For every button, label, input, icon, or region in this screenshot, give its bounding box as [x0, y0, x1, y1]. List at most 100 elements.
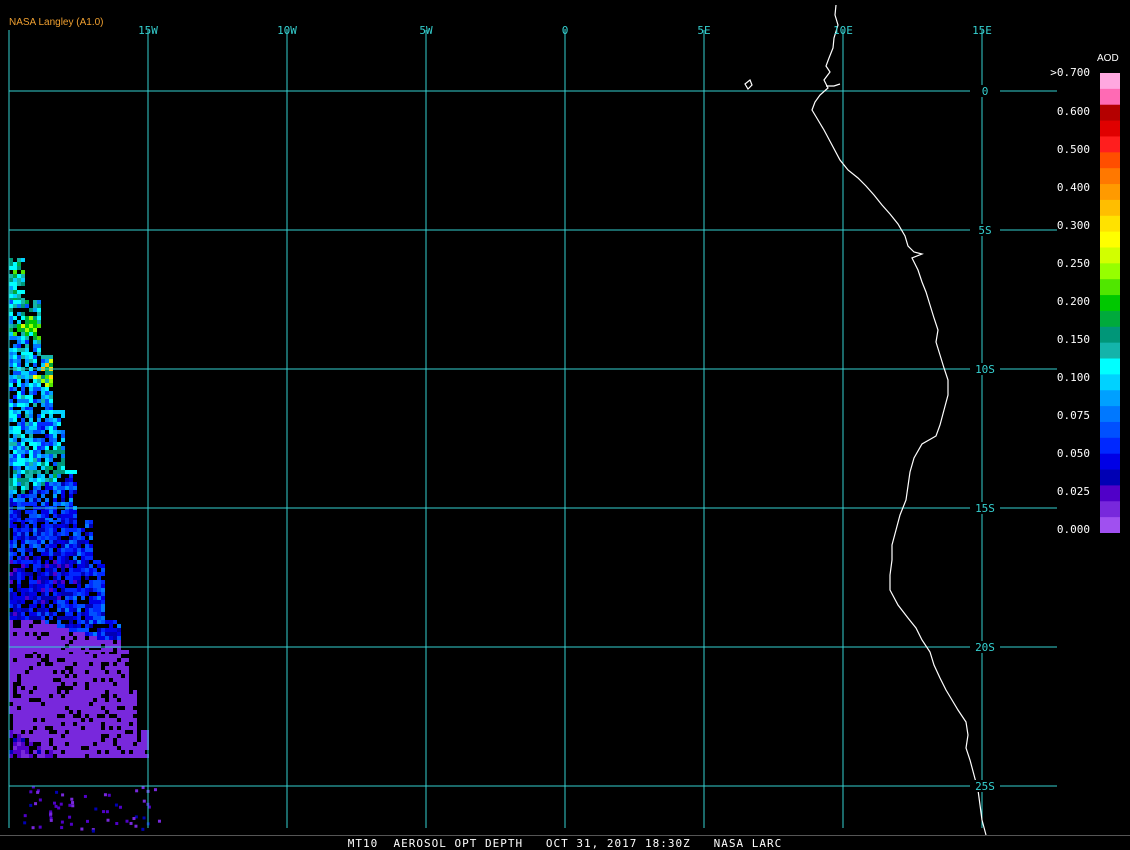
aod-pixel	[9, 596, 13, 600]
aod-pixel	[53, 624, 57, 628]
aod-pixel	[105, 632, 109, 636]
aod-pixel	[49, 628, 53, 632]
aod-pixel	[41, 502, 45, 506]
aod-pixel	[13, 426, 17, 430]
aod-pixel	[13, 640, 17, 644]
aod-pixel	[141, 738, 145, 742]
aod-pixel	[113, 632, 117, 636]
aod-pixel	[121, 658, 125, 662]
aod-pixel	[17, 654, 21, 658]
aod-pixel	[93, 750, 97, 754]
aod-pixel	[57, 540, 61, 544]
legend-label: 0.100	[1056, 371, 1090, 384]
aod-pixel	[69, 698, 73, 702]
aod-pixel	[69, 510, 73, 514]
aod-pixel	[13, 332, 17, 336]
aod-pixel	[97, 600, 101, 604]
aod-pixel	[21, 348, 25, 352]
aod-pixel	[33, 584, 37, 588]
aod-pixel	[41, 446, 45, 450]
aod-pixel	[37, 718, 41, 722]
aod-pixel	[21, 552, 25, 556]
aod-pixel	[29, 430, 33, 434]
aod-pixel	[21, 274, 25, 278]
aod-pixel	[57, 474, 61, 478]
aod-pixel	[65, 556, 69, 560]
aod-pixel	[73, 568, 77, 572]
aod-pixel	[77, 548, 81, 552]
lat-tick-label: 5S	[978, 224, 991, 237]
aod-pixel	[21, 666, 25, 670]
aod-pixel	[45, 536, 49, 540]
aod-pixel	[17, 650, 21, 654]
aod-pixel	[49, 678, 53, 682]
aod-pixel	[41, 730, 45, 734]
aod-pixel	[33, 348, 37, 352]
aod-pixel	[49, 355, 53, 359]
aod-pixel	[9, 462, 13, 466]
aod-pixel	[21, 726, 25, 730]
aod-pixel	[117, 632, 121, 636]
aod-pixel	[41, 430, 45, 434]
aod-pixel	[69, 528, 73, 532]
aod-pixel	[33, 580, 37, 584]
aod-pixel	[41, 640, 45, 644]
legend-label: 0.200	[1056, 295, 1090, 308]
aod-pixel	[53, 702, 57, 706]
aod-pixel	[37, 336, 41, 340]
aod-pixel	[53, 722, 57, 726]
aod-pixel	[59, 802, 63, 806]
aod-pixel	[85, 706, 89, 710]
aod-pixel	[101, 658, 105, 662]
aod-pixel	[49, 698, 53, 702]
aod-pixel	[53, 532, 57, 536]
legend-swatch	[1100, 247, 1120, 264]
aod-pixel	[53, 742, 57, 746]
aod-pixel	[25, 714, 29, 718]
aod-pixel	[25, 640, 29, 644]
aod-pixel	[57, 502, 61, 506]
aod-pixel	[17, 266, 21, 270]
aod-pixel	[9, 348, 13, 352]
aod-pixel	[41, 410, 45, 414]
aod-pixel	[73, 628, 77, 632]
aod-pixel	[109, 682, 113, 686]
aod-pixel	[49, 478, 53, 482]
aod-pixel	[117, 722, 121, 726]
aod-pixel	[38, 825, 42, 829]
aod-pixel	[125, 734, 129, 738]
aod-pixel	[105, 650, 109, 654]
aod-pixel	[53, 510, 57, 514]
aod-pixel	[53, 718, 57, 722]
aod-pixel	[29, 494, 33, 498]
legend-swatch	[1100, 73, 1120, 90]
aod-pixel	[61, 510, 65, 514]
aod-pixel	[13, 262, 17, 266]
aod-pixel	[77, 584, 81, 588]
aod-pixel	[73, 670, 77, 674]
aod-pixel	[57, 654, 61, 658]
aod-pixel	[29, 478, 33, 482]
aod-pixel	[25, 678, 29, 682]
aod-pixel	[65, 650, 69, 654]
aod-pixel	[60, 820, 64, 824]
aod-pixel	[125, 682, 129, 686]
aod-pixel	[65, 702, 69, 706]
aod-pixel	[41, 710, 45, 714]
aod-pixel	[129, 754, 133, 758]
aod-pixel	[37, 442, 41, 446]
aod-pixel	[65, 722, 69, 726]
aod-pixel	[37, 482, 41, 486]
aod-pixel	[81, 682, 85, 686]
aod-pixel	[69, 678, 73, 682]
aod-pixel	[17, 446, 21, 450]
aod-pixel	[29, 616, 33, 620]
legend-swatch	[1100, 199, 1120, 217]
aod-pixel	[37, 414, 41, 418]
aod-pixel	[45, 379, 49, 383]
aod-pixel	[9, 430, 13, 434]
aod-pixel	[49, 395, 53, 399]
aod-pixel	[61, 434, 65, 438]
aod-pixel	[25, 536, 29, 540]
aod-pixel	[37, 564, 41, 568]
